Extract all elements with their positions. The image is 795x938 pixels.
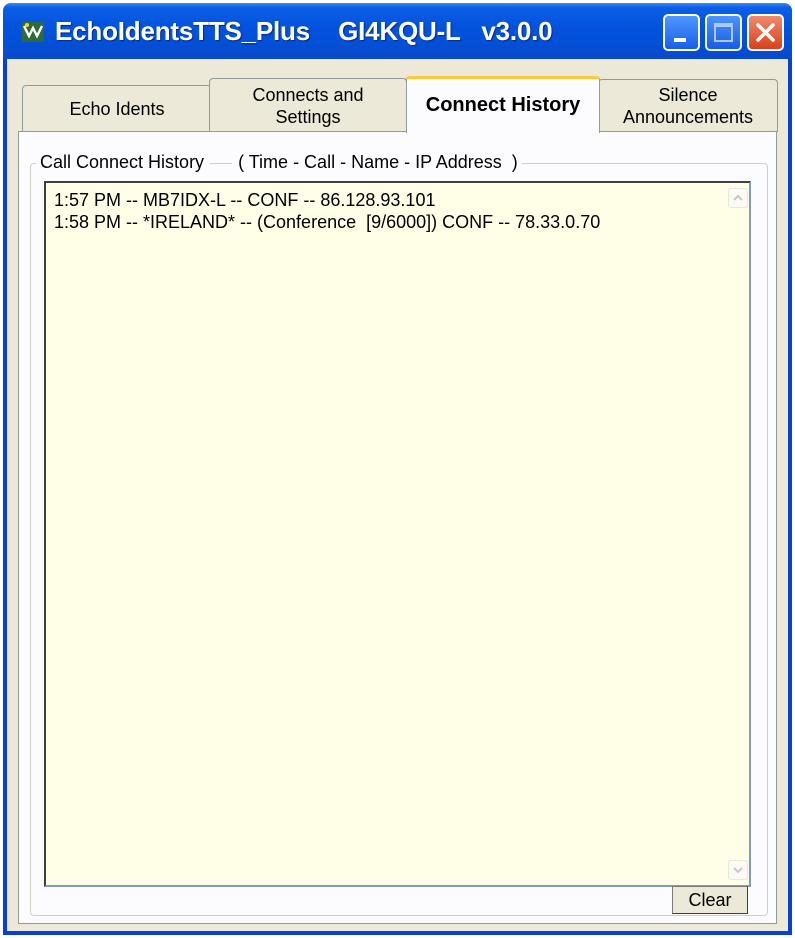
history-list[interactable]: 1:57 PM -- MB7IDX-L -- CONF -- 86.128.93… <box>44 181 751 887</box>
tab-connects-and-settings[interactable]: Connects and Settings <box>209 78 407 132</box>
group-caption: ( Time - Call - Name - IP Address ) <box>238 152 518 172</box>
window-title: EchoIdentsTTS_Plus GI4KQU-L v3.0.0 <box>55 16 553 46</box>
tab-label-line2: Announcements <box>622 107 754 127</box>
minimize-icon <box>674 38 686 42</box>
list-item[interactable]: 1:57 PM -- MB7IDX-L -- CONF -- 86.128.93… <box>54 189 435 211</box>
group-title: Call Connect History <box>40 152 205 172</box>
chevron-up-icon <box>733 194 743 201</box>
scroll-down-button[interactable] <box>728 860 748 880</box>
maximize-icon <box>714 23 733 42</box>
tab-connect-history[interactable]: Connect History <box>406 76 600 133</box>
app-icon <box>22 22 44 42</box>
tab-label: Connect History <box>425 94 581 116</box>
tab-silence-announcements[interactable]: Silence Announcements <box>598 79 778 132</box>
vertical-scrollbar[interactable] <box>727 183 749 885</box>
maximize-button[interactable] <box>705 14 742 51</box>
title-bar[interactable]: EchoIdentsTTS_Plus GI4KQU-L v3.0.0 <box>3 3 792 59</box>
close-icon <box>756 23 775 42</box>
list-item[interactable]: 1:58 PM -- *IRELAND* -- (Conference [9/6… <box>54 211 600 233</box>
tab-label: Echo Idents <box>69 99 165 119</box>
group-legend: Call Connect History ( Time - Call - Name… <box>36 150 522 174</box>
minimize-button[interactable] <box>663 14 700 51</box>
legend-divider <box>210 162 233 164</box>
tab-label-line1: Connects and <box>252 84 364 105</box>
tab-label-line2: Settings <box>275 106 341 127</box>
chevron-down-icon <box>733 867 743 874</box>
tab-label-line1: Silence <box>658 85 718 105</box>
close-button[interactable] <box>747 14 784 51</box>
clear-button[interactable]: Clear <box>672 886 748 914</box>
scroll-up-button[interactable] <box>728 188 748 208</box>
tab-echo-idents[interactable]: Echo Idents <box>22 85 212 132</box>
